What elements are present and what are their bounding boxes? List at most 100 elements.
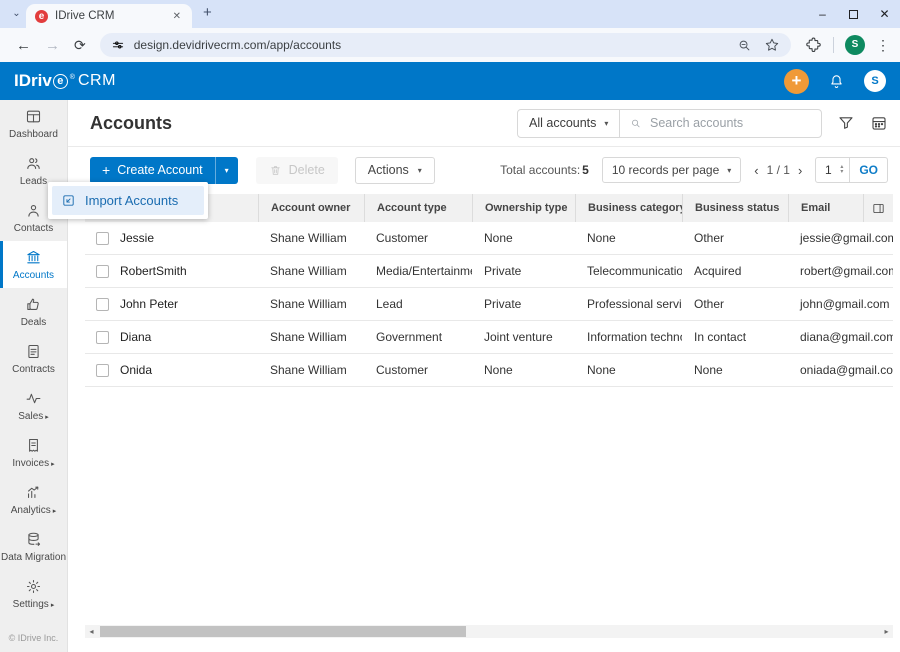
window-maximize-button[interactable] <box>838 0 869 28</box>
sidebar-item-dashboard[interactable]: Dashboard <box>0 100 67 147</box>
back-button[interactable]: ← <box>16 37 31 54</box>
cell-business-status: Other <box>682 297 788 311</box>
row-checkbox[interactable] <box>96 298 109 311</box>
site-settings-icon[interactable] <box>111 38 125 52</box>
menu-item-import-accounts[interactable]: Import Accounts <box>52 186 204 215</box>
column-picker-button[interactable] <box>863 194 893 222</box>
scroll-left-button[interactable]: ◂ <box>85 625 98 638</box>
table-row[interactable]: Jessie Shane William Customer None None … <box>85 222 893 255</box>
actions-dropdown-button[interactable]: Actions ▾ <box>355 157 435 184</box>
filter-search-group: All accounts ▾ <box>517 109 822 138</box>
invoices-receipt-icon <box>25 437 42 454</box>
zoom-out-icon[interactable] <box>737 38 752 53</box>
address-bar[interactable]: design.devidrivecrm.com/app/accounts <box>100 33 791 57</box>
table-row[interactable]: John Peter Shane William Lead Private Pr… <box>85 288 893 321</box>
reload-button[interactable]: ⟳ <box>74 37 86 54</box>
toolbar-divider <box>833 37 834 53</box>
browser-tab-strip: ⌄ e IDrive CRM ✕ + – ✕ <box>0 0 900 28</box>
create-account-button[interactable]: + Create Account <box>90 157 215 184</box>
quick-add-button[interactable]: + <box>784 69 809 94</box>
browser-tab[interactable]: e IDrive CRM ✕ <box>26 4 192 28</box>
logo-e-circle: e <box>53 74 68 89</box>
sidebar-item-analytics[interactable]: Analytics▸ <box>0 476 67 523</box>
sidebar-item-data-migration[interactable]: Data Migration <box>0 523 67 570</box>
notifications-bell-icon[interactable] <box>828 73 845 90</box>
go-button[interactable]: GO <box>850 163 887 177</box>
account-filter-dropdown[interactable]: All accounts ▾ <box>518 110 619 137</box>
create-account-dropdown-toggle[interactable]: ▾ <box>215 157 238 184</box>
sidebar-item-label: Accounts <box>13 270 54 281</box>
sidebar-item-sales[interactable]: Sales▸ <box>0 382 67 429</box>
data-migration-database-icon <box>25 531 42 548</box>
prev-page-button[interactable]: ‹ <box>754 163 758 178</box>
browser-menu-icon[interactable]: ⋮ <box>876 37 890 54</box>
leads-people-icon <box>25 155 42 172</box>
page-number-stepper[interactable]: ▴ ▾ <box>840 165 849 175</box>
page-title: Accounts <box>90 113 172 134</box>
search-input[interactable] <box>650 116 811 130</box>
sidebar-item-accounts[interactable]: Accounts <box>0 241 67 288</box>
header-business-category[interactable]: Business category <box>575 194 682 222</box>
goto-page-group: ▴ ▾ GO <box>815 157 888 183</box>
row-checkbox[interactable] <box>96 232 109 245</box>
next-page-button[interactable]: › <box>798 163 802 178</box>
tab-search-button[interactable]: ⌄ <box>8 6 25 23</box>
header-business-status[interactable]: Business status <box>682 194 788 222</box>
cell-email: robert@gmail.com <box>788 264 893 278</box>
records-per-page-dropdown[interactable]: 10 records per page ▾ <box>602 157 741 183</box>
browser-profile-avatar[interactable]: S <box>845 35 865 55</box>
sidebar-item-contracts[interactable]: Contracts <box>0 335 67 382</box>
sidebar-item-settings[interactable]: Settings▸ <box>0 570 67 617</box>
cell-account-name[interactable]: Diana <box>120 330 258 344</box>
cell-account-type: Lead <box>364 297 472 311</box>
cell-account-type: Government <box>364 330 472 344</box>
header-ownership-type[interactable]: Ownership type <box>472 194 575 222</box>
scrollbar-thumb[interactable] <box>100 626 466 637</box>
bookmark-star-icon[interactable] <box>764 37 780 53</box>
cell-account-name[interactable]: John Peter <box>120 297 258 311</box>
header-email[interactable]: Email <box>788 194 863 222</box>
sidebar-item-deals[interactable]: Deals <box>0 288 67 335</box>
scroll-right-button[interactable]: ▸ <box>880 625 893 638</box>
stepper-down-icon[interactable]: ▾ <box>840 170 843 175</box>
sidebar-item-invoices[interactable]: Invoices▸ <box>0 429 67 476</box>
user-avatar[interactable]: S <box>864 70 886 92</box>
tab-close-icon[interactable]: ✕ <box>171 9 183 24</box>
cell-email: john@gmail.com <box>788 297 893 311</box>
cell-account-name[interactable]: RobertSmith <box>120 264 258 278</box>
idrive-favicon-icon: e <box>35 10 48 23</box>
total-accounts-label: Total accounts: <box>500 163 580 177</box>
window-minimize-button[interactable]: – <box>807 0 838 28</box>
horizontal-scrollbar[interactable]: ◂ ▸ <box>85 625 893 638</box>
header-account-type[interactable]: Account type <box>364 194 472 222</box>
cell-email: diana@gmail.com <box>788 330 893 344</box>
row-checkbox[interactable] <box>96 331 109 344</box>
cell-account-owner: Shane William <box>258 231 364 245</box>
records-per-page-value: 10 records per page <box>612 163 719 177</box>
window-close-button[interactable]: ✕ <box>869 0 900 28</box>
table-row[interactable]: Onida Shane William Customer None None N… <box>85 354 893 387</box>
cell-account-owner: Shane William <box>258 264 364 278</box>
cell-account-name[interactable]: Jessie <box>120 231 258 245</box>
row-checkbox[interactable] <box>96 364 109 377</box>
extensions-icon[interactable] <box>805 37 822 54</box>
row-checkbox[interactable] <box>96 265 109 278</box>
page-number-input[interactable] <box>816 163 840 177</box>
new-tab-button[interactable]: + <box>203 4 212 21</box>
filter-funnel-icon[interactable] <box>837 114 855 132</box>
sidebar-item-label: Leads <box>20 176 47 187</box>
header-account-owner[interactable]: Account owner <box>258 194 364 222</box>
cell-account-name[interactable]: Onida <box>120 363 258 377</box>
delete-button[interactable]: Delete <box>256 157 338 184</box>
create-account-label: Create Account <box>117 163 202 177</box>
toolbar-right: S ⋮ <box>805 35 890 55</box>
calendar-grid-icon[interactable] <box>870 114 888 132</box>
table-row[interactable]: RobertSmith Shane William Media/Entertai… <box>85 255 893 288</box>
expand-arrow-icon: ▸ <box>51 461 55 468</box>
url-text[interactable]: design.devidrivecrm.com/app/accounts <box>134 38 725 52</box>
dashboard-icon <box>25 108 42 125</box>
sidebar-item-label: Settings <box>13 599 49 610</box>
table-row[interactable]: Diana Shane William Government Joint ven… <box>85 321 893 354</box>
forward-button[interactable]: → <box>45 37 60 54</box>
contacts-person-icon <box>25 202 42 219</box>
